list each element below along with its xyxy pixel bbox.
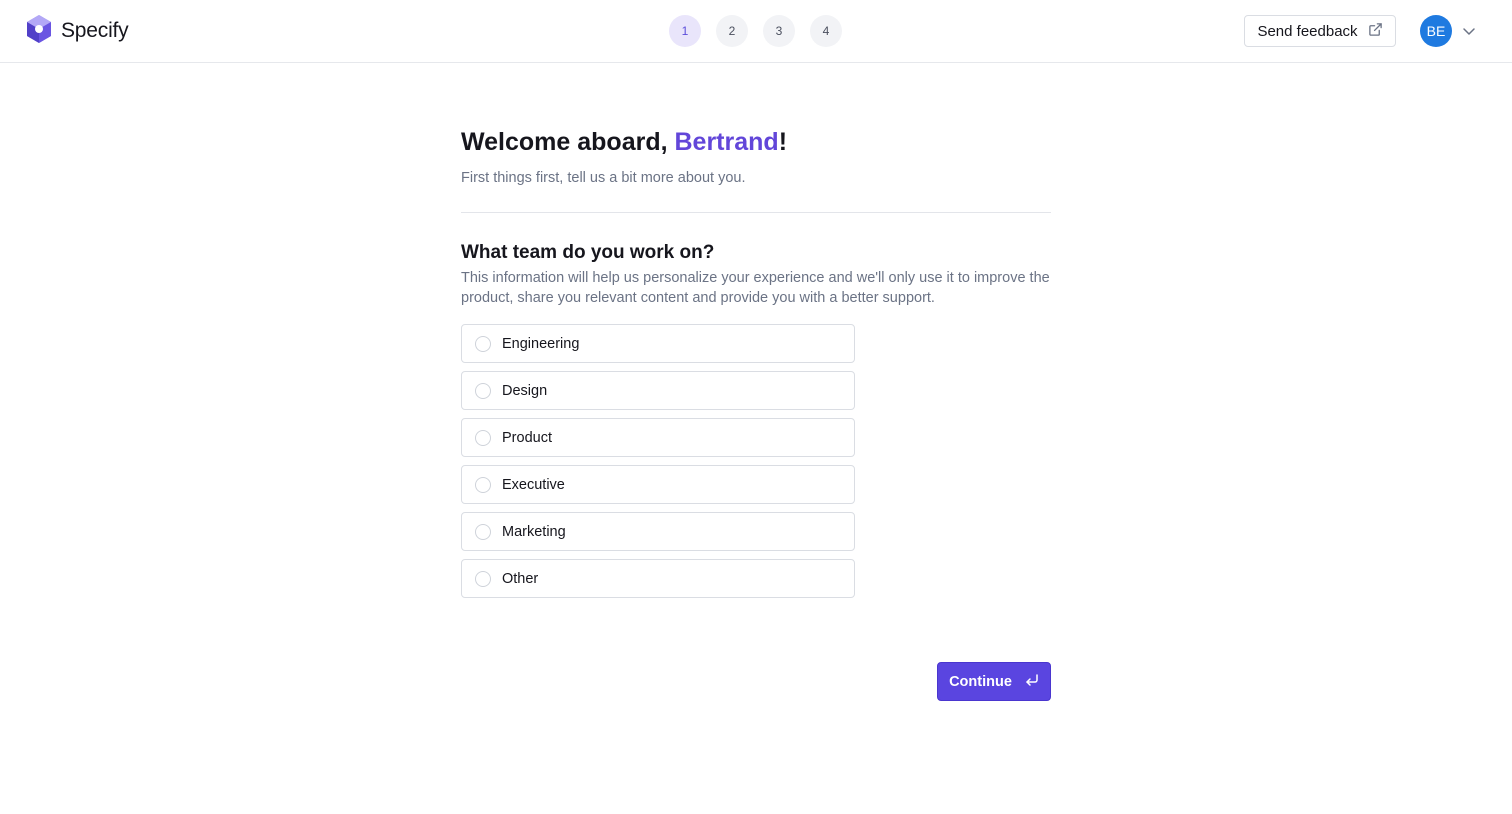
page-title: Welcome aboard, Bertrand! bbox=[461, 128, 787, 157]
option-label: Other bbox=[502, 570, 539, 587]
step-2[interactable]: 2 bbox=[716, 15, 748, 47]
team-options: Engineering Design Product Executive Mar… bbox=[461, 324, 855, 606]
continue-label: Continue bbox=[949, 673, 1012, 690]
welcome-suffix: ! bbox=[778, 128, 788, 156]
question-title: What team do you work on? bbox=[461, 242, 715, 263]
radio-button[interactable] bbox=[475, 523, 491, 540]
brand-name: Specify bbox=[61, 19, 129, 42]
enter-return-icon bbox=[1025, 673, 1039, 691]
divider bbox=[461, 212, 1051, 213]
question-help-text: This information will help us personaliz… bbox=[461, 270, 1050, 306]
welcome-prefix: Welcome aboard, bbox=[461, 128, 675, 156]
avatar[interactable]: BE bbox=[1420, 15, 1452, 47]
radio-button[interactable] bbox=[475, 476, 491, 493]
chevron-down-icon[interactable] bbox=[1462, 24, 1476, 38]
step-4[interactable]: 4 bbox=[810, 15, 842, 47]
step-1[interactable]: 1 bbox=[669, 15, 701, 47]
top-bar: Specify 1 2 3 4 Send feedback BE bbox=[0, 0, 1512, 63]
step-indicator: 1 2 3 4 bbox=[669, 15, 842, 47]
option-label: Engineering bbox=[502, 335, 580, 352]
option-label: Product bbox=[502, 429, 552, 446]
option-product[interactable]: Product bbox=[461, 418, 855, 457]
user-name: Bertrand bbox=[674, 128, 779, 156]
option-marketing[interactable]: Marketing bbox=[461, 512, 855, 551]
option-executive[interactable]: Executive bbox=[461, 465, 855, 504]
brand[interactable]: Specify bbox=[23, 13, 129, 50]
option-label: Marketing bbox=[502, 523, 566, 540]
page-subtitle: First things first, tell us a bit more a… bbox=[461, 170, 746, 186]
radio-button[interactable] bbox=[475, 429, 491, 446]
send-feedback-button[interactable]: Send feedback bbox=[1244, 15, 1396, 47]
send-feedback-label: Send feedback bbox=[1257, 22, 1358, 40]
step-3[interactable]: 3 bbox=[763, 15, 795, 47]
specify-logo-icon bbox=[23, 13, 55, 50]
option-label: Design bbox=[502, 382, 548, 399]
radio-button[interactable] bbox=[475, 335, 491, 352]
option-engineering[interactable]: Engineering bbox=[461, 324, 855, 363]
radio-button[interactable] bbox=[475, 570, 491, 587]
option-design[interactable]: Design bbox=[461, 371, 855, 410]
option-other[interactable]: Other bbox=[461, 559, 855, 598]
external-link-icon bbox=[1368, 22, 1383, 41]
option-label: Executive bbox=[502, 476, 565, 493]
continue-button[interactable]: Continue bbox=[937, 662, 1051, 701]
radio-button[interactable] bbox=[475, 382, 491, 399]
